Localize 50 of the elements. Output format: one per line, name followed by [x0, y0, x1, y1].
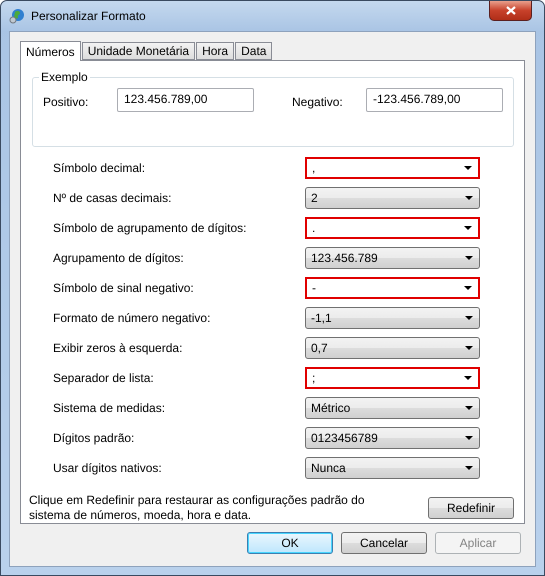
dropdown-arrow-icon [465, 196, 473, 200]
setting-label: Agrupamento de dígitos: [53, 251, 185, 265]
combo-field[interactable]: , [305, 157, 480, 179]
combo-field[interactable]: . [305, 217, 480, 239]
dropdown-arrow-icon [464, 286, 472, 290]
setting-label: Símbolo decimal: [53, 161, 146, 175]
dropdown[interactable]: 0,7 [305, 337, 480, 359]
reset-button[interactable]: Redefinir [428, 497, 514, 519]
close-button[interactable] [489, 1, 532, 21]
dropdown[interactable]: 2 [305, 187, 480, 209]
close-icon [506, 6, 516, 15]
dropdown-arrow-icon [465, 256, 473, 260]
window-title: Personalizar Formato [31, 9, 146, 23]
setting-label: Símbolo de sinal negativo: [53, 281, 195, 295]
tab[interactable]: Data [235, 42, 272, 60]
dropdown-arrow-icon [465, 466, 473, 470]
dropdown-arrow-icon [465, 346, 473, 350]
dropdown-arrow-icon [464, 166, 472, 170]
tab[interactable]: Unidade Monetária [82, 42, 196, 60]
setting-label: Nº de casas decimais: [53, 191, 172, 205]
tab[interactable]: Números [20, 41, 81, 61]
dropdown[interactable]: 0123456789 [305, 427, 480, 449]
dropdown[interactable]: 123.456.789 [305, 247, 480, 269]
dropdown[interactable]: Nunca [305, 457, 480, 479]
setting-label: Símbolo de agrupamento de dígitos: [53, 221, 248, 235]
dropdown[interactable]: -1,1 [305, 307, 480, 329]
setting-label: Formato de número negativo: [53, 311, 212, 325]
field-label: Positivo: [43, 95, 90, 109]
dialog-button[interactable]: Cancelar [341, 532, 427, 554]
combo-field[interactable]: - [305, 277, 480, 299]
setting-label: Exibir zeros à esquerda: [53, 341, 184, 355]
dropdown-arrow-icon [465, 406, 473, 410]
setting-label: Usar dígitos nativos: [53, 461, 163, 475]
dropdown-arrow-icon [465, 436, 473, 440]
setting-label: Dígitos padrão: [53, 431, 136, 445]
globe-icon [9, 8, 25, 24]
dropdown[interactable]: Métrico [305, 397, 480, 419]
setting-label: Sistema de medidas: [53, 401, 166, 415]
dropdown-arrow-icon [464, 376, 472, 380]
example-field: -123.456.789,00 [366, 88, 503, 112]
reset-note: Clique em Redefinir para restaurar as configurações padrão do sistema de números, moeda, hora e data. [29, 493, 366, 523]
dropdown-arrow-icon [465, 316, 473, 320]
dialog-button[interactable]: OK [247, 532, 333, 554]
example-field: 123.456.789,00 [117, 88, 254, 112]
setting-label: Separador de lista: [53, 371, 155, 385]
group-title: Exemplo [39, 70, 90, 84]
combo-field[interactable]: ; [305, 367, 480, 389]
dropdown-arrow-icon [464, 226, 472, 230]
tab[interactable]: Hora [196, 42, 234, 60]
field-label: Negativo: [292, 95, 344, 109]
